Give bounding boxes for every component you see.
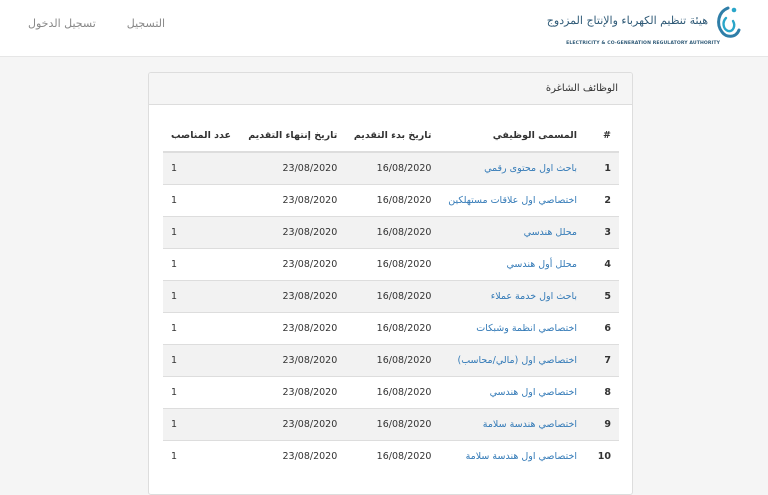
- header-positions: عدد المناصب: [163, 119, 240, 153]
- cell-row-num: 3: [585, 216, 619, 249]
- register-link[interactable]: التسجيل: [127, 17, 165, 30]
- table-row: 9 اختصاصي هندسة سلامة 16/08/2020 23/08/2020…: [163, 408, 619, 441]
- cell-row-num: 2: [585, 184, 619, 217]
- cell-positions-count: 1: [163, 216, 240, 249]
- cell-start-date: 16/08/2020: [345, 344, 440, 377]
- logo-mark-icon: [717, 6, 741, 38]
- vacancies-table: # المسمى الوظيفي تاريخ بدء التقديم تاريخ…: [163, 119, 619, 472]
- login-link[interactable]: تسجيل الدخول: [28, 17, 96, 30]
- cell-row-num: 9: [585, 408, 619, 441]
- cell-start-date: 16/08/2020: [345, 151, 440, 185]
- cell-end-date: 23/08/2020: [239, 440, 346, 472]
- cell-job-title-link: محلل هندسي: [439, 216, 585, 249]
- table-row: 7 اختصاصي اول (مالي/محاسب) 16/08/2020 23/08…: [163, 344, 619, 377]
- cell-end-date: 23/08/2020: [239, 216, 346, 249]
- table-body: 1 باحث اول محتوى رقمي 16/08/2020 23/08/2020…: [163, 151, 619, 472]
- cell-start-date: 16/08/2020: [345, 376, 440, 409]
- table-row: 3 محلل هندسي 16/08/2020 23/08/2020 1: [163, 216, 619, 249]
- cell-job-title-link: اختصاصي اول (مالي/محاسب): [439, 344, 585, 377]
- table-row: 2 اختصاصي اول علاقات مستهلكين 16/08/2020 23…: [163, 184, 619, 217]
- cell-end-date: 23/08/2020: [239, 248, 346, 281]
- cell-row-num: 6: [585, 312, 619, 345]
- cell-row-num: 8: [585, 376, 619, 409]
- vacancies-panel: الوظائف الشاغرة # المسمى الوظيفي تاريخ ب…: [148, 72, 633, 495]
- job-title-link[interactable]: اختصاصي اول (مالي/محاسب): [458, 355, 577, 366]
- cell-positions-count: 1: [163, 312, 240, 345]
- cell-start-date: 16/08/2020: [345, 440, 440, 472]
- cell-start-date: 16/08/2020: [345, 248, 440, 281]
- table-row: 10 اختصاصي اول هندسة سلامة 16/08/2020 23/08…: [163, 440, 619, 472]
- job-title-link[interactable]: باحث اول خدمة عملاء: [491, 291, 577, 302]
- header-start-date: تاريخ بدء التقديم: [345, 119, 440, 153]
- cell-job-title-link: اختصاصي اول علاقات مستهلكين: [439, 184, 585, 217]
- cell-start-date: 16/08/2020: [345, 408, 440, 441]
- job-title-link[interactable]: اختصاصي انظمة وشبكات: [476, 323, 577, 334]
- table-row: 4 محلل أول هندسي 16/08/2020 23/08/2020 1: [163, 248, 619, 281]
- cell-positions-count: 1: [163, 376, 240, 409]
- header-end-date: تاريخ إنتهاء التقديم: [239, 119, 346, 153]
- cell-positions-count: 1: [163, 184, 240, 217]
- cell-positions-count: 1: [163, 280, 240, 313]
- cell-end-date: 23/08/2020: [239, 408, 346, 441]
- cell-end-date: 23/08/2020: [239, 376, 346, 409]
- cell-end-date: 23/08/2020: [239, 312, 346, 345]
- table-row: 1 باحث اول محتوى رقمي 16/08/2020 23/08/2020…: [163, 151, 619, 185]
- panel-title: الوظائف الشاغرة: [149, 73, 632, 105]
- job-title-link[interactable]: محلل هندسي: [524, 227, 577, 238]
- job-title-link[interactable]: اختصاصي هندسة سلامة: [483, 419, 577, 430]
- cell-positions-count: 1: [163, 408, 240, 441]
- cell-positions-count: 1: [163, 248, 240, 281]
- job-title-link[interactable]: محلل أول هندسي: [507, 259, 577, 270]
- cell-positions-count: 1: [163, 440, 240, 472]
- cell-start-date: 16/08/2020: [345, 216, 440, 249]
- cell-job-title-link: اختصاصي هندسة سلامة: [439, 408, 585, 441]
- cell-start-date: 16/08/2020: [345, 312, 440, 345]
- cell-end-date: 23/08/2020: [239, 184, 346, 217]
- job-title-link[interactable]: باحث اول محتوى رقمي: [484, 163, 577, 174]
- cell-positions-count: 1: [163, 344, 240, 377]
- logo-arabic-text: هيئة تنظيم الكهرباء والإنتاج المزدوج: [546, 14, 708, 27]
- cell-job-title-link: باحث اول محتوى رقمي: [439, 151, 585, 185]
- cell-end-date: 23/08/2020: [239, 280, 346, 313]
- cell-positions-count: 1: [163, 151, 240, 185]
- cell-job-title-link: محلل أول هندسي: [439, 248, 585, 281]
- cell-row-num: 4: [585, 248, 619, 281]
- job-title-link[interactable]: اختصاصي اول علاقات مستهلكين: [448, 195, 577, 206]
- header-num: #: [585, 119, 619, 153]
- cell-end-date: 23/08/2020: [239, 151, 346, 185]
- cell-job-title-link: باحث اول خدمة عملاء: [439, 280, 585, 313]
- cell-end-date: 23/08/2020: [239, 344, 346, 377]
- cell-start-date: 16/08/2020: [345, 184, 440, 217]
- cell-start-date: 16/08/2020: [345, 280, 440, 313]
- header-title: المسمى الوظيفي: [439, 119, 585, 153]
- cell-job-title-link: اختصاصي اول هندسي: [439, 376, 585, 409]
- table-header-row: # المسمى الوظيفي تاريخ بدء التقديم تاريخ…: [163, 119, 619, 153]
- table-row: 6 اختصاصي انظمة وشبكات 16/08/2020 23/08/202…: [163, 312, 619, 345]
- cell-job-title-link: اختصاصي انظمة وشبكات: [439, 312, 585, 345]
- cell-job-title-link: اختصاصي اول هندسة سلامة: [439, 440, 585, 472]
- job-title-link[interactable]: اختصاصي اول هندسي: [490, 387, 577, 398]
- logo-english-text: ELECTRICITY & CO-GENERATION REGULATORY A…: [566, 41, 720, 46]
- authority-logo[interactable]: هيئة تنظيم الكهرباء والإنتاج المزدوج ELE…: [547, 4, 744, 50]
- table-row: 8 اختصاصي اول هندسي 16/08/2020 23/08/2020 1: [163, 376, 619, 409]
- nav-links: التسجيل تسجيل الدخول: [28, 17, 165, 30]
- cell-row-num: 1: [585, 151, 619, 185]
- cell-row-num: 7: [585, 344, 619, 377]
- job-title-link[interactable]: اختصاصي اول هندسة سلامة: [466, 451, 577, 462]
- cell-row-num: 5: [585, 280, 619, 313]
- cell-row-num: 10: [585, 440, 619, 472]
- table-row: 5 باحث اول خدمة عملاء 16/08/2020 23/08/2020…: [163, 280, 619, 313]
- top-navbar: التسجيل تسجيل الدخول هيئة تنظيم الكهرباء…: [0, 0, 768, 57]
